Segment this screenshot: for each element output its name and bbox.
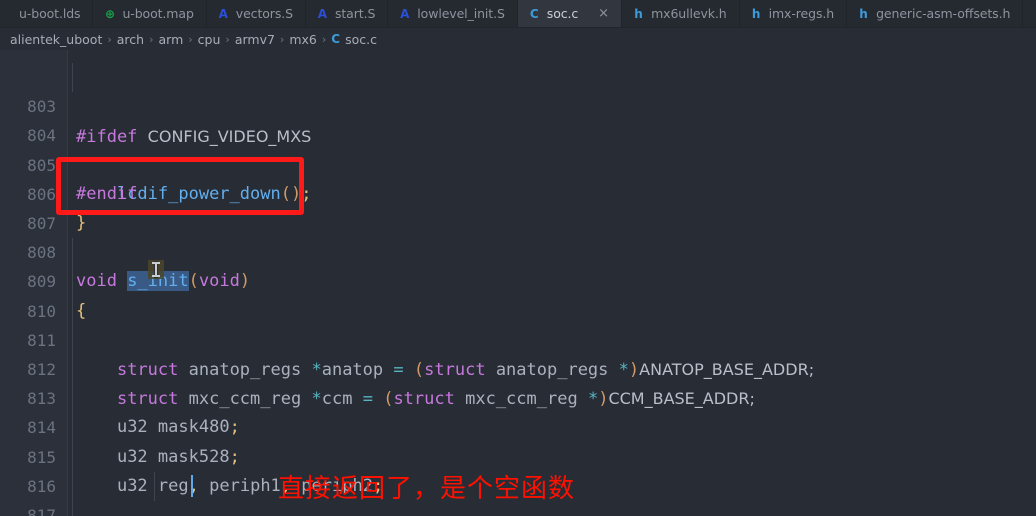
code-line: 816 if (is_cpu_type(MXC_CPU_MX6SX) || is… xyxy=(27,413,1036,496)
breadcrumb: alientek_uboot › arch › arm › cpu › armv… xyxy=(0,28,1036,50)
breadcrumb-item-mx6[interactable]: mx6 xyxy=(289,32,317,47)
tab-label: start.S xyxy=(334,6,376,21)
line-number: 807 xyxy=(27,214,56,233)
editor-tab-bar: u-boot.lds ⊕ u-boot.map A vectors.S A st… xyxy=(0,0,1036,28)
code-line: 805 #endif xyxy=(27,92,1036,204)
line-number: 808 xyxy=(27,243,56,263)
indent-guide xyxy=(72,238,73,268)
indent-guide xyxy=(72,355,73,385)
indent-guide xyxy=(154,471,155,501)
indent-guide xyxy=(72,384,73,414)
breadcrumb-item-armv7[interactable]: armv7 xyxy=(235,32,275,47)
code-line: 804 lcdif_power_down(); xyxy=(27,63,1036,204)
code-line: 806 } xyxy=(27,121,1036,233)
tab-label: u-boot.lds xyxy=(19,6,81,21)
code-line: 810 struct anatop_regs *anatop = (struct… xyxy=(27,238,1036,380)
breadcrumb-separator: › xyxy=(149,32,154,46)
header-file-icon: h xyxy=(634,6,643,21)
tab-label: generic-asm-offsets.h xyxy=(876,6,1011,21)
editor-window: u-boot.lds ⊕ u-boot.map A vectors.S A st… xyxy=(0,0,1036,516)
indent-guide xyxy=(72,442,73,472)
breadcrumb-separator: › xyxy=(107,32,112,46)
code-line: 812 u32 mask480; xyxy=(27,296,1036,437)
tab-lowlevel-init-s[interactable]: A lowlevel_init.S xyxy=(388,0,518,27)
breadcrumb-item-arm[interactable]: arm xyxy=(159,32,184,47)
line-number: 812 xyxy=(27,360,56,379)
tab-label: imx-regs.h xyxy=(768,6,835,21)
tab-imx-regs-h[interactable]: h imx-regs.h xyxy=(739,0,848,27)
tab-start-s[interactable]: A start.S xyxy=(305,0,389,27)
line-number: 804 xyxy=(27,126,56,146)
line-number: 810 xyxy=(27,301,56,321)
indent-guide xyxy=(72,63,73,93)
line-number: 806 xyxy=(27,184,56,204)
tab-u-boot-lds[interactable]: u-boot.lds xyxy=(0,0,94,27)
tab-u-boot-map[interactable]: ⊕ u-boot.map xyxy=(93,0,207,27)
tab-system-h[interactable]: h system.h xyxy=(1023,0,1036,27)
code-line: 814 u32 reg, periph1, periph2; xyxy=(27,355,1036,496)
line-number: 805 xyxy=(27,155,56,175)
code-content[interactable]: 803 #ifdef CONFIG_VIDEO_MXS 804 lcdif_po… xyxy=(27,50,1036,516)
c-file-icon: C xyxy=(529,6,539,21)
breadcrumb-separator: › xyxy=(279,32,285,46)
indent-guide xyxy=(72,296,73,326)
breadcrumb-separator: › xyxy=(225,32,230,46)
breadcrumb-item-arch[interactable]: arch xyxy=(117,32,144,47)
c-file-icon: C xyxy=(331,32,341,46)
tab-label: soc.c xyxy=(546,6,579,21)
globe-icon: ⊕ xyxy=(104,6,115,21)
assembly-file-icon: A xyxy=(400,6,410,21)
code-line: 808 void s_init(void) xyxy=(27,180,1036,292)
breadcrumb-separator: › xyxy=(188,32,193,46)
line-number: 814 xyxy=(27,418,56,438)
breadcrumb-item-cpu[interactable]: cpu xyxy=(198,32,221,47)
line-number: 803 xyxy=(27,97,56,117)
indent-guide xyxy=(72,413,73,443)
code-line: 803 #ifdef CONFIG_VIDEO_MXS xyxy=(27,50,1036,146)
line-number: 816 xyxy=(27,476,56,496)
breadcrumb-separator: › xyxy=(321,32,327,46)
breadcrumb-item-file[interactable]: soc.c xyxy=(345,32,377,47)
tab-label: u-boot.map xyxy=(122,6,194,21)
tab-label: vectors.S xyxy=(235,6,293,21)
annotation-note-text: 直接返回了，是个空函数 xyxy=(278,474,576,504)
line-number: 813 xyxy=(27,389,56,409)
tab-vectors-s[interactable]: A vectors.S xyxy=(206,0,306,27)
indent-guide xyxy=(72,267,73,297)
text-caret xyxy=(191,475,193,497)
tab-label: mx6ullevk.h xyxy=(651,6,727,21)
assembly-file-icon: A xyxy=(317,6,328,21)
mouse-cursor-ibeam xyxy=(152,262,160,277)
indent-guide xyxy=(72,501,73,516)
line-number: 815 xyxy=(27,447,56,467)
code-editor[interactable]: 803 #ifdef CONFIG_VIDEO_MXS 804 lcdif_po… xyxy=(0,50,1036,516)
tab-soc-c[interactable]: C soc.c × xyxy=(517,0,623,27)
indent-guide xyxy=(72,325,73,355)
code-line: 811 struct mxc_ccm_reg *ccm = (struct mx… xyxy=(27,267,1036,409)
header-file-icon: h xyxy=(751,6,761,21)
code-line: 809 { xyxy=(27,209,1036,320)
tab-generic-asm-offsets-h[interactable]: h generic-asm-offsets.h xyxy=(847,0,1024,27)
close-icon[interactable]: × xyxy=(598,7,609,20)
line-number: 811 xyxy=(27,330,56,350)
code-line: 807 xyxy=(27,151,1036,233)
assembly-file-icon: A xyxy=(218,6,228,21)
line-number: 817 xyxy=(27,506,56,516)
indent-guide xyxy=(72,471,73,501)
breadcrumb-item-alientek-uboot[interactable]: alientek_uboot xyxy=(10,32,102,47)
line-number: 809 xyxy=(27,272,56,292)
tab-mx6ullevk-h[interactable]: h mx6ullevk.h xyxy=(622,0,740,27)
code-line: 813 u32 mask528; xyxy=(27,325,1036,467)
tab-label: lowlevel_init.S xyxy=(417,6,505,21)
header-file-icon: h xyxy=(859,6,868,21)
code-line: 815 xyxy=(27,384,1036,467)
